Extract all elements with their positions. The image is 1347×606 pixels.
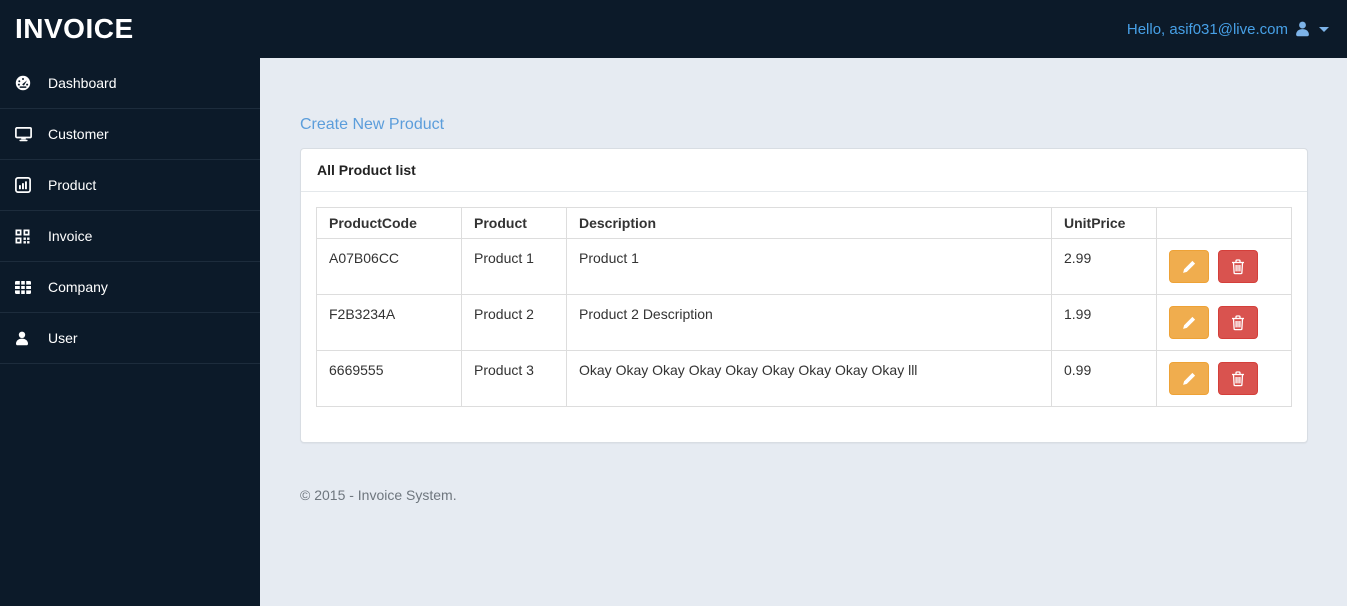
caret-down-icon <box>1319 26 1329 32</box>
product-table: ProductCode Product Description UnitPric… <box>316 207 1292 407</box>
sidebar-item-label: Invoice <box>48 228 93 244</box>
table-row: A07B06CC Product 1 Product 1 2.99 <box>316 238 1292 295</box>
product-code-cell: 6669555 <box>316 350 462 407</box>
edit-button[interactable] <box>1169 250 1209 283</box>
sidebar-item-user[interactable]: User <box>0 313 260 364</box>
table-header-row: ProductCode Product Description UnitPric… <box>316 207 1292 239</box>
qrcode-icon <box>15 229 39 244</box>
product-cell: Product 2 <box>461 294 567 351</box>
unit-price-cell: 1.99 <box>1051 294 1157 351</box>
desktop-icon <box>15 126 39 142</box>
create-new-product-link[interactable]: Create New Product <box>300 114 444 136</box>
product-cell: Product 1 <box>461 238 567 295</box>
edit-button[interactable] <box>1169 362 1209 395</box>
person-icon <box>15 331 39 346</box>
copyright-footer: © 2015 - Invoice System. <box>300 487 457 503</box>
trash-icon <box>1231 314 1245 331</box>
header-product-code: ProductCode <box>316 207 462 239</box>
unit-price-cell: 2.99 <box>1051 238 1157 295</box>
description-cell: Product 1 <box>566 238 1052 295</box>
header-product: Product <box>461 207 567 239</box>
table-grid-icon <box>15 280 39 294</box>
pencil-icon <box>1182 372 1196 386</box>
sidebar-item-label: Dashboard <box>48 75 117 91</box>
user-menu[interactable]: Hello, asif031@live.com <box>1127 21 1347 38</box>
header-actions <box>1156 207 1292 239</box>
sidebar: Dashboard Customer Product Invoice Compa… <box>0 58 260 606</box>
sidebar-item-dashboard[interactable]: Dashboard <box>0 58 260 109</box>
delete-button[interactable] <box>1217 306 1258 339</box>
delete-button[interactable] <box>1217 362 1258 395</box>
main-content: Create New Product All Product list Prod… <box>260 58 1347 606</box>
product-code-cell: A07B06CC <box>316 238 462 295</box>
product-cell: Product 3 <box>461 350 567 407</box>
actions-cell <box>1156 238 1292 295</box>
sidebar-item-label: User <box>48 330 78 346</box>
bar-chart-icon <box>15 177 39 193</box>
sidebar-item-label: Product <box>48 177 97 193</box>
panel-title: All Product list <box>301 149 1307 192</box>
actions-cell <box>1156 294 1292 351</box>
actions-cell <box>1156 350 1292 407</box>
edit-button[interactable] <box>1169 306 1209 339</box>
topbar: INVOICE Hello, asif031@live.com <box>0 0 1347 58</box>
unit-price-cell: 0.99 <box>1051 350 1157 407</box>
user-icon <box>1295 21 1310 37</box>
user-greeting: Hello, asif031@live.com <box>1126 20 1288 38</box>
product-list-panel: All Product list ProductCode Product Des… <box>300 148 1308 443</box>
panel-body: ProductCode Product Description UnitPric… <box>301 192 1307 442</box>
trash-icon <box>1231 370 1245 387</box>
sidebar-item-label: Company <box>48 279 108 295</box>
trash-icon <box>1231 258 1245 275</box>
description-cell: Okay Okay Okay Okay Okay Okay Okay Okay … <box>566 350 1052 407</box>
table-row: 6669555 Product 3 Okay Okay Okay Okay Ok… <box>316 350 1292 407</box>
delete-button[interactable] <box>1217 250 1258 283</box>
product-code-cell: F2B3234A <box>316 294 462 351</box>
sidebar-item-customer[interactable]: Customer <box>0 109 260 160</box>
sidebar-item-invoice[interactable]: Invoice <box>0 211 260 262</box>
dashboard-gauge-icon <box>15 75 39 91</box>
sidebar-item-company[interactable]: Company <box>0 262 260 313</box>
pencil-icon <box>1182 316 1196 330</box>
app-logo[interactable]: INVOICE <box>0 13 134 45</box>
pencil-icon <box>1182 260 1196 274</box>
description-cell: Product 2 Description <box>566 294 1052 351</box>
sidebar-item-product[interactable]: Product <box>0 160 260 211</box>
sidebar-item-label: Customer <box>48 126 109 142</box>
table-row: F2B3234A Product 2 Product 2 Description… <box>316 294 1292 351</box>
header-description: Description <box>566 207 1052 239</box>
header-unit-price: UnitPrice <box>1051 207 1157 239</box>
